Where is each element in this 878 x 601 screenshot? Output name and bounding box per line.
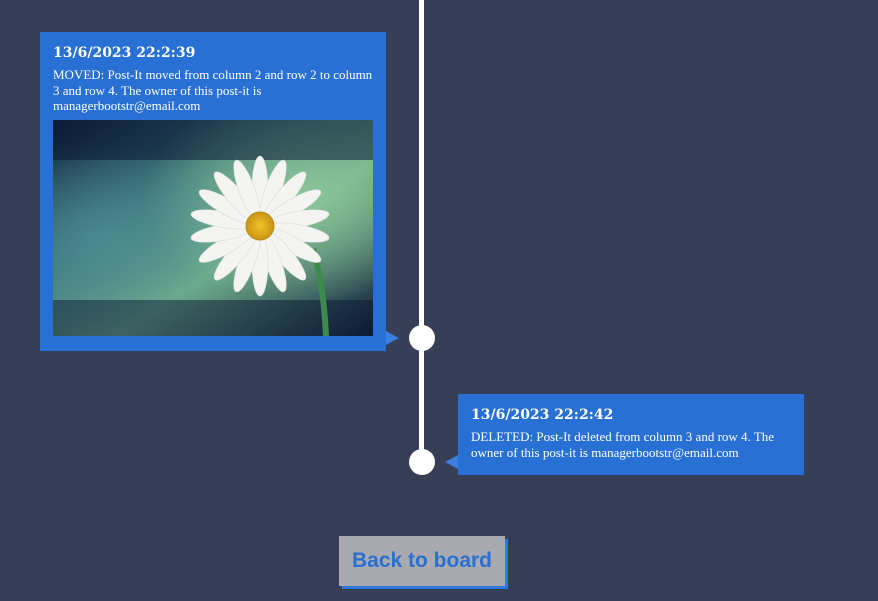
timeline-dot bbox=[409, 325, 435, 351]
event-pointer-arrow bbox=[386, 331, 399, 345]
timeline-event-card: 13/6/2023 22:2:42 DELETED: Post-It delet… bbox=[458, 394, 804, 475]
timeline-dot bbox=[409, 449, 435, 475]
history-timeline: 13/6/2023 22:2:39 MOVED: Post-It moved f… bbox=[0, 0, 878, 601]
timeline-line bbox=[419, 0, 424, 463]
post-it-image bbox=[53, 119, 373, 336]
event-description: MOVED: Post-It moved from column 2 and r… bbox=[53, 67, 373, 113]
timeline-event-card: 13/6/2023 22:2:39 MOVED: Post-It moved f… bbox=[40, 32, 386, 351]
event-timestamp: 13/6/2023 22:2:39 bbox=[53, 45, 196, 61]
event-timestamp: 13/6/2023 22:2:42 bbox=[471, 407, 614, 423]
back-to-board-button[interactable]: Back to board bbox=[339, 536, 505, 586]
event-description: DELETED: Post-It deleted from column 3 a… bbox=[471, 429, 775, 460]
event-pointer-arrow bbox=[445, 455, 458, 469]
